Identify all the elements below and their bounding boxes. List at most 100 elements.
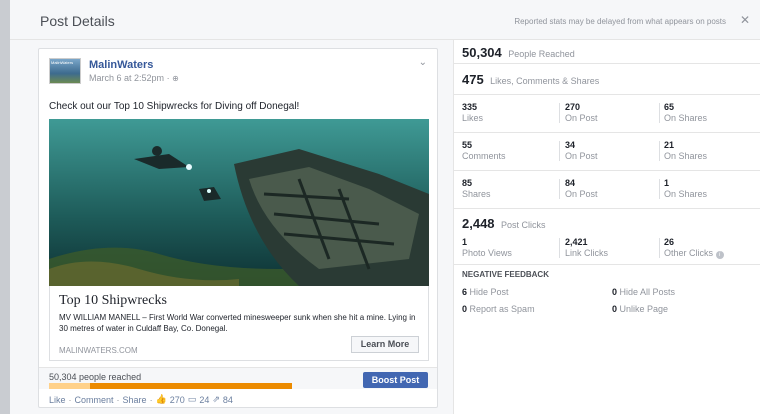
stat-value: 21 — [664, 140, 675, 150]
comments-breakdown-row: 55 Comments 34 On Post 21 On Shares — [454, 132, 760, 170]
people-reached-value: 50,304 — [462, 45, 502, 60]
stat-value: 1 — [462, 237, 468, 247]
stat-cell: 335 Likes — [462, 102, 483, 123]
divider — [454, 63, 760, 64]
stats-delay-note: Reported stats may be delayed from what … — [514, 17, 726, 26]
post-image-shipwreck[interactable] — [49, 119, 429, 286]
hide-post-stat: 6 Hide Post — [462, 287, 509, 297]
link-description: MV WILLIAM MANELL – First World War conv… — [59, 313, 416, 333]
avatar-logo-text: MalinWaters — [51, 60, 74, 65]
chevron-down-icon[interactable]: ⌄ — [419, 57, 427, 68]
people-reached-label: People Reached — [508, 49, 575, 59]
people-reached-stat: 50,304 People Reached — [462, 44, 575, 62]
reach-bar-paid — [90, 383, 292, 389]
like-count[interactable]: 270 — [170, 395, 185, 405]
report-spam-stat: 0 Report as Spam — [462, 304, 535, 314]
stat-cell: 21 On Shares — [664, 140, 707, 161]
people-reached-text: 50,304 people reached — [49, 372, 142, 382]
stat-value: 0 — [612, 304, 618, 314]
link-title[interactable]: Top 10 Shipwrecks — [59, 293, 167, 309]
stat-label: On Shares — [664, 151, 708, 161]
cell-divider — [559, 103, 560, 123]
post-actions: Like · Comment · Share · 👍 270 ▭ 24 ⇗ 84 — [49, 394, 233, 405]
stat-value: 0 — [462, 304, 468, 314]
stat-label: Photo Views — [462, 248, 512, 258]
insights-pane: 50,304 People Reached 475 Likes, Comment… — [453, 40, 760, 414]
post-message: Check out our Top 10 Shipwrecks for Divi… — [49, 101, 300, 112]
post-reach-row: 50,304 people reached Boost Post — [39, 367, 437, 389]
learn-more-button[interactable]: Learn More — [351, 336, 419, 353]
thumbs-up-icon: 👍 — [155, 394, 167, 404]
cell-divider — [659, 141, 660, 161]
avatar[interactable]: MalinWaters — [49, 58, 81, 84]
stat-value: 335 — [462, 102, 478, 112]
like-link[interactable]: Like — [49, 395, 66, 405]
stat-label: Report as Spam — [469, 304, 535, 314]
boost-post-button[interactable]: Boost Post — [363, 372, 428, 388]
action-separator: · — [68, 394, 72, 405]
stat-label: Comments — [462, 151, 506, 161]
stat-cell: 26 Other Clicks i — [664, 237, 724, 259]
reach-bar-organic — [49, 383, 90, 389]
stat-value: 0 — [612, 287, 618, 297]
date-separator: · — [166, 73, 170, 83]
stat-label: Link Clicks — [565, 248, 609, 258]
comment-icon: ▭ — [187, 394, 197, 404]
stat-label: Shares — [462, 189, 491, 199]
stat-label: On Shares — [664, 113, 708, 123]
share-link[interactable]: Share — [123, 395, 147, 405]
post-clicks-label: Post Clicks — [501, 220, 546, 230]
post-date-text: March 6 at 2:52pm — [89, 73, 165, 83]
stat-label: On Shares — [664, 189, 708, 199]
stat-cell: 1 On Shares — [664, 178, 707, 199]
share-count[interactable]: 84 — [223, 395, 233, 405]
likes-breakdown-row: 335 Likes 270 On Post 65 On Shares — [454, 94, 760, 132]
stat-label: On Post — [565, 189, 598, 199]
stat-cell: 34 On Post — [565, 140, 598, 161]
action-separator: · — [149, 394, 153, 405]
stat-value: 2,421 — [565, 237, 588, 247]
engagement-label: Likes, Comments & Shares — [490, 76, 600, 86]
stat-value: 26 — [664, 237, 675, 247]
shipwreck-illustration — [49, 119, 429, 286]
stat-value: 270 — [565, 102, 581, 112]
stat-value: 6 — [462, 287, 468, 297]
stat-cell: 84 On Post — [565, 178, 598, 199]
dialog-header: Post Details Reported stats may be delay… — [10, 0, 760, 40]
action-separator: · — [116, 394, 120, 405]
post-card: MalinWaters MalinWaters March 6 at 2:52p… — [38, 48, 438, 408]
stat-label: Likes — [462, 113, 484, 123]
comment-count[interactable]: 24 — [199, 395, 209, 405]
stat-value: 85 — [462, 178, 473, 188]
engagement-value: 475 — [462, 72, 484, 87]
hide-all-posts-stat: 0 Hide All Posts — [612, 287, 675, 297]
post-preview-pane: MalinWaters MalinWaters March 6 at 2:52p… — [10, 40, 453, 414]
clicks-breakdown-row: 1 Photo Views 2,421 Link Clicks 26 Other Cl… — [454, 230, 760, 268]
cell-divider — [659, 238, 660, 258]
stat-label: On Post — [565, 113, 598, 123]
stat-label: Hide All Posts — [619, 287, 676, 297]
stat-cell: 2,421 Link Clicks — [565, 237, 608, 258]
stat-value: 84 — [565, 178, 576, 188]
comment-link[interactable]: Comment — [75, 395, 114, 405]
globe-icon: ⊕ — [172, 74, 179, 83]
shares-breakdown-row: 85 Shares 84 On Post 1 On Shares — [454, 170, 760, 208]
post-clicks-value: 2,448 — [462, 216, 495, 231]
stat-value: 55 — [462, 140, 473, 150]
stat-label: On Post — [565, 151, 598, 161]
cell-divider — [559, 238, 560, 258]
engagement-stat: 475 Likes, Comments & Shares — [462, 71, 599, 89]
stat-value: 34 — [565, 140, 576, 150]
link-preview[interactable]: Top 10 Shipwrecks MV WILLIAM MANELL – Fi… — [49, 286, 429, 361]
page-name-link[interactable]: MalinWaters — [89, 59, 153, 71]
cell-divider — [659, 103, 660, 123]
stat-cell: 1 Photo Views — [462, 237, 512, 258]
close-icon[interactable]: ✕ — [740, 13, 750, 27]
stat-cell: 65 On Shares — [664, 102, 707, 123]
share-icon: ⇗ — [212, 394, 220, 404]
info-icon[interactable]: i — [715, 251, 724, 259]
post-timestamp[interactable]: March 6 at 2:52pm · ⊕ — [89, 73, 179, 83]
post-details-dialog: Post Details Reported stats may be delay… — [10, 0, 760, 414]
stat-cell: 85 Shares — [462, 178, 491, 199]
reach-bar — [49, 383, 292, 389]
